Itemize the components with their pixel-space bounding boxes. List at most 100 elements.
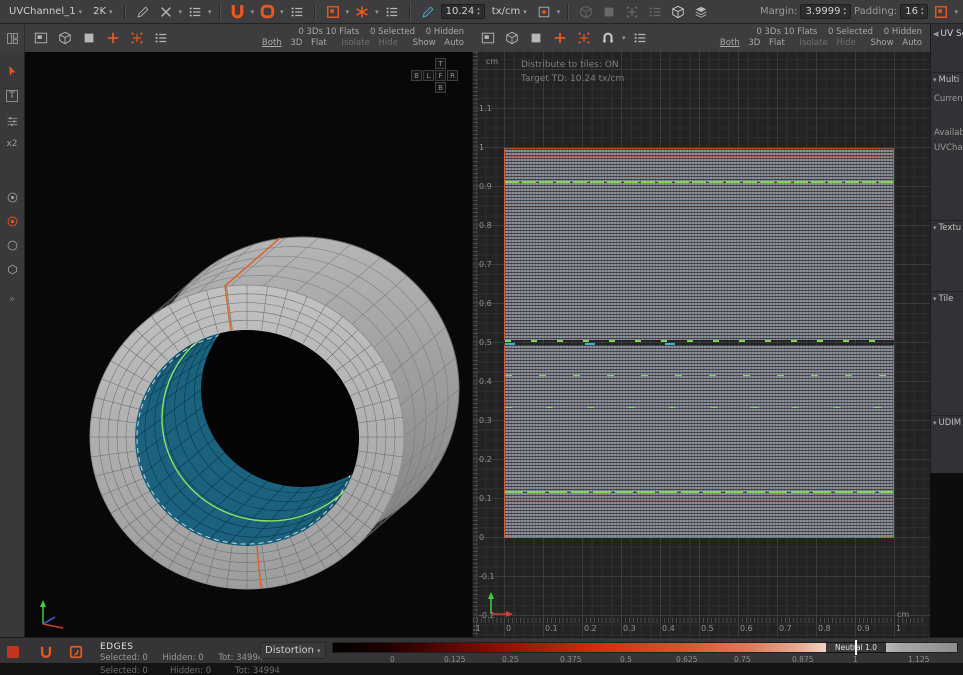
pack-button[interactable] [323,2,343,22]
display-flat-button[interactable]: Flat [769,38,785,48]
view-bottom-button[interactable]: B [435,82,446,93]
display-flat-button[interactable]: Flat [311,38,327,48]
circle-tool[interactable] [0,234,24,256]
cut-weld-tool-button[interactable] [156,2,176,22]
td-pick-button[interactable] [534,2,554,22]
display-3d-button[interactable]: 3D [290,38,302,48]
top-toolbar: UVChannel_1▾ 2K▾ ▾ ▾ ▾ ▾ ▾ ▾ 10.24 ▴▾ tx… [0,0,963,24]
show-button[interactable]: Show [413,38,436,48]
chevron-down-icon[interactable]: ▾ [179,8,183,16]
uv-channel-select[interactable]: UVChannel_1▾ [5,4,86,19]
disabled-square-button[interactable] [599,2,619,22]
view-top-button[interactable]: T [435,58,446,69]
section-multi[interactable]: ▾ Multi [931,72,963,85]
section-texture[interactable]: ▾ Textu [931,220,963,233]
hide-button[interactable]: Hide [379,38,398,48]
texel-density-input[interactable]: 10.24 ▴▾ [441,4,485,19]
spinner-icon[interactable]: ▴▾ [477,7,480,16]
view-left-button[interactable]: L [423,70,434,81]
select-options-button[interactable] [185,2,205,22]
chevron-down-icon[interactable]: ▾ [208,8,212,16]
section-udim[interactable]: ▾ UDIM [931,415,963,428]
pack-options-button[interactable] [382,2,402,22]
polygon-tool[interactable] [0,258,24,280]
transform-tool[interactable]: T [0,85,24,107]
view-back-button[interactable]: B [411,70,422,81]
uv-island-strip[interactable] [504,345,894,538]
display-both-button[interactable]: Both [262,38,282,48]
section-tile[interactable]: ▾ Tile [931,291,963,304]
viewport-3d[interactable]: T B L F R B [25,52,472,637]
chevron-down-icon[interactable]: ▾ [557,8,561,16]
section-item[interactable]: Current [934,94,963,104]
cylinder-mesh[interactable] [25,52,472,637]
snapshot-icon[interactable] [31,28,51,48]
chevron-down-icon[interactable]: ▾ [280,8,284,16]
hide-button[interactable]: Hide [837,38,856,48]
rizomuv-logo2-icon[interactable] [68,644,83,659]
rizomuv-logo-icon[interactable] [38,644,53,659]
td-unit-select[interactable]: tx/cm▾ [488,4,531,19]
isolate-button[interactable]: Isolate [800,38,828,48]
distribute-lines-icon[interactable] [630,28,650,48]
auto-button[interactable]: Auto [902,38,922,48]
isolate-button[interactable]: Isolate [342,38,370,48]
layout-switch-button[interactable] [0,24,25,52]
layout-options-button[interactable] [287,2,307,22]
optimize-button[interactable] [257,2,277,22]
chevron-down-icon[interactable]: ▾ [622,34,626,42]
fill-display-icon[interactable] [79,28,99,48]
view-right-button[interactable]: R [447,70,458,81]
map-size-select[interactable]: 2K▾ [89,4,116,19]
expand-chevrons-icon[interactable]: » [0,288,24,310]
chevron-down-icon[interactable]: ▾ [375,8,379,16]
edit-pen-tool-button[interactable] [133,2,153,22]
shaded-cube-icon[interactable] [55,28,75,48]
disabled-crossdots-button[interactable] [622,2,642,22]
disabled-cube-button[interactable] [576,2,596,22]
viewport-uv[interactable]: cm cm Distribute to tiles: ON Target TD:… [472,52,930,637]
tile-pack-button[interactable] [931,2,951,22]
padding-input[interactable]: 16 ▴▾ [900,4,928,19]
magnet-snap-icon[interactable] [598,28,618,48]
fill-display-icon[interactable] [526,28,546,48]
snapshot-icon[interactable] [478,28,498,48]
spinner-icon[interactable]: ▴▾ [843,7,846,16]
display-both-button[interactable]: Both [720,38,740,48]
unfold-button[interactable] [228,2,248,22]
uv-settings-panel-header[interactable]: ◀ UV Se [933,29,963,39]
move-cross-icon[interactable] [550,28,570,48]
chevron-down-icon[interactable]: ▾ [954,8,958,16]
brush-tool[interactable] [0,186,24,208]
collapse-panel-icon[interactable]: ◀ [933,30,938,38]
chevron-down-icon[interactable]: ▾ [346,8,350,16]
sliders-tool[interactable] [0,110,24,132]
select-cursor-tool[interactable] [0,60,24,82]
x2-tool[interactable]: x2 [0,133,24,155]
disabled-list-button[interactable] [645,2,665,22]
auto-button[interactable]: Auto [444,38,464,48]
mesh-cube-button[interactable] [668,2,688,22]
shaded-cube-icon[interactable] [502,28,522,48]
red-square-icon[interactable] [5,644,20,659]
selected-edge-loop [505,491,893,493]
gather-cross-icon[interactable] [574,28,594,48]
spinner-icon[interactable]: ▴▾ [921,7,924,16]
view-front-button[interactable]: F [435,70,446,81]
show-button[interactable]: Show [871,38,894,48]
chevron-down-icon[interactable]: ▾ [251,8,255,16]
gather-cross-icon[interactable] [127,28,147,48]
distribute-lines-icon[interactable] [151,28,171,48]
section-item[interactable]: Availab [934,128,963,138]
uv-island-strip[interactable] [504,148,894,340]
distribute-button[interactable] [352,2,372,22]
section-item[interactable]: UVChan [934,143,963,153]
display-mode-select[interactable]: Distortion ▾ [260,642,326,659]
margin-input[interactable]: 3.9999 ▴▾ [800,4,851,19]
texel-density-pen-button[interactable] [418,2,438,22]
move-cross-icon[interactable] [103,28,123,48]
layers-button[interactable] [691,2,711,22]
display-3d-button[interactable]: 3D [748,38,760,48]
neutral-marker-handle[interactable] [855,640,857,655]
active-brush-tool[interactable] [0,210,24,232]
